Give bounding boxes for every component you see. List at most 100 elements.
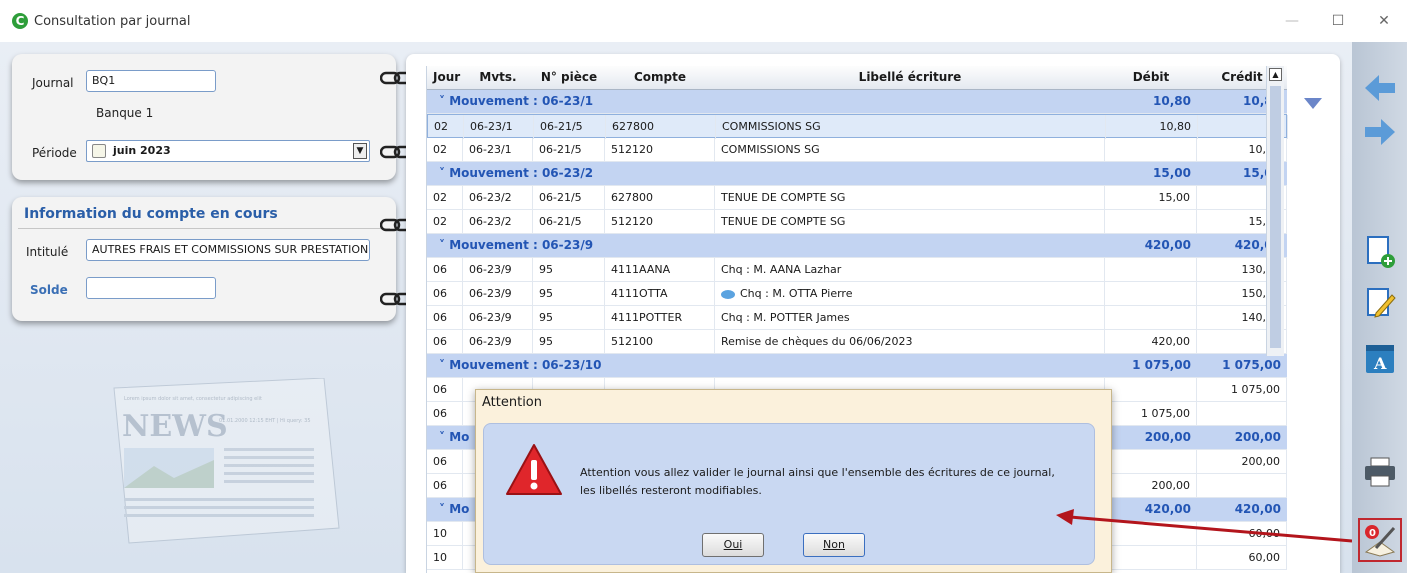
minimize-button[interactable]: —	[1269, 0, 1315, 42]
calendar-icon	[92, 144, 106, 158]
previous-button[interactable]	[1358, 66, 1402, 110]
scroll-up-icon[interactable]: ▲	[1269, 68, 1282, 81]
group-label-text: Mouvement : 06-23/9	[449, 238, 594, 252]
cell-mvts: 06-23/2	[463, 186, 533, 210]
cell-libelle: Chq : M. OTTA Pierre	[715, 282, 1105, 306]
new-entry-button[interactable]	[1358, 230, 1402, 274]
maximize-button[interactable]: ☐	[1315, 0, 1361, 42]
journal-panel: Journal BQ1 Banque 1 Période juin 2023 ▼	[12, 54, 396, 180]
cell-debit: 15,00	[1105, 186, 1197, 210]
table-row[interactable]: 06 06-23/9 95 512100 Remise de chèques du 06…	[427, 330, 1287, 354]
edit-entry-button[interactable]	[1358, 282, 1402, 326]
table-row[interactable]: 06 06-23/9 95 4111OTTA Chq : M. OTTA Pierre 1…	[427, 282, 1287, 306]
comment-bubble-icon[interactable]	[721, 289, 735, 299]
divider	[18, 228, 390, 229]
cell-jour: 02	[427, 186, 463, 210]
cell-jour: 06	[427, 282, 463, 306]
column-header-mvts[interactable]: Mvts.	[463, 66, 533, 90]
scroll-thumb[interactable]	[1270, 86, 1281, 348]
libelle-text: Chq : M. AANA Lazhar	[721, 263, 842, 276]
intitule-field[interactable]: AUTRES FRAIS ET COMMISSIONS SUR PRESTATI…	[86, 239, 370, 261]
cell-libelle: COMMISSIONS SG	[716, 115, 1106, 139]
cell-credit	[1197, 402, 1287, 426]
cell-libelle: TENUE DE COMPTE SG	[715, 186, 1105, 210]
journal-label: Journal	[32, 76, 74, 90]
close-button[interactable]: ✕	[1361, 0, 1407, 42]
solde-field[interactable]	[86, 277, 216, 299]
news-headline: NEWS	[122, 409, 228, 444]
cell-jour: 06	[427, 378, 463, 402]
cell-jour: 06	[427, 258, 463, 282]
cell-debit: 200,00	[1105, 474, 1197, 498]
cell-jour: 06	[427, 330, 463, 354]
cell-debit	[1105, 378, 1197, 402]
triangle-down-icon[interactable]	[1304, 98, 1322, 109]
vertical-scrollbar[interactable]: ▲	[1266, 66, 1284, 356]
validate-journal-button[interactable]: 0	[1358, 518, 1402, 562]
journal-input[interactable]: BQ1	[86, 70, 216, 92]
group-row[interactable]: ˅ Mouvement : 06-23/9 420,00 420,00	[427, 234, 1287, 258]
table-header: Jour Mvts. N° pièce Compte Libellé écrit…	[427, 66, 1287, 90]
column-header-libelle[interactable]: Libellé écriture	[715, 66, 1105, 90]
cell-debit	[1105, 546, 1197, 570]
cell-piece: 95	[533, 330, 605, 354]
column-header-jour[interactable]: Jour	[427, 66, 463, 90]
chevron-down-icon[interactable]: ˅	[439, 358, 449, 372]
folder-a-button[interactable]: A	[1358, 336, 1402, 380]
cell-compte: 4111AANA	[605, 258, 715, 282]
arrow-left-icon	[1365, 75, 1395, 101]
table-row[interactable]: 02 06-23/1 06-21/5 627800 COMMISSIONS SG 10,8…	[427, 114, 1288, 139]
app-logo-icon: C	[12, 13, 28, 29]
group-row[interactable]: ˅ Mouvement : 06-23/1 10,80 10,80	[427, 90, 1287, 114]
table-row[interactable]: 06 06-23/9 95 4111AANA Chq : M. AANA Lazhar 1…	[427, 258, 1287, 282]
group-label: ˅ Mouvement : 06-23/10	[433, 354, 1033, 378]
chevron-down-icon[interactable]: ▼	[353, 143, 367, 159]
cell-mvts: 06-23/9	[463, 258, 533, 282]
libelle-text: COMMISSIONS SG	[721, 143, 820, 156]
table-row[interactable]: 02 06-23/2 06-21/5 512120 TENUE DE COMPTE SG…	[427, 210, 1287, 234]
svg-text:A: A	[1373, 354, 1387, 373]
cell-credit: 200,00	[1197, 450, 1287, 474]
account-info-panel: Information du compte en cours Intitulé …	[12, 197, 396, 321]
periode-label: Période	[32, 146, 77, 160]
cell-mvts: 06-23/2	[463, 210, 533, 234]
group-label-text: Mo	[449, 430, 470, 444]
periode-select[interactable]: juin 2023 ▼	[86, 140, 370, 162]
account-info-title: Information du compte en cours	[24, 206, 278, 222]
oui-label: Oui	[723, 538, 743, 551]
next-button[interactable]	[1358, 110, 1402, 154]
cell-jour: 06	[427, 474, 463, 498]
table-row[interactable]: 02 06-23/1 06-21/5 512120 COMMISSIONS SG 10,8…	[427, 138, 1287, 162]
non-button[interactable]: Non	[803, 533, 865, 557]
column-header-compte[interactable]: Compte	[605, 66, 715, 90]
column-header-debit[interactable]: Débit	[1105, 66, 1197, 90]
news-lorem: Lorem ipsum dolor sit amet, consectetur …	[124, 396, 262, 402]
cell-piece: 06-21/5	[533, 138, 605, 162]
dialog-message-line1: Attention vous allez valider le journal …	[580, 466, 1055, 479]
group-row[interactable]: ˅ Mouvement : 06-23/10 1 075,00 1 075,00	[427, 354, 1287, 378]
cell-credit	[1197, 474, 1287, 498]
dialog-title: Attention	[482, 395, 542, 410]
cell-jour: 10	[427, 546, 463, 570]
chevron-down-icon[interactable]: ˅	[439, 430, 449, 444]
table-row[interactable]: 06 06-23/9 95 4111POTTER Chq : M. POTTER Jam…	[427, 306, 1287, 330]
group-label: ˅ Mouvement : 06-23/2	[433, 162, 1033, 186]
right-toolbar: A 0	[1352, 42, 1407, 573]
chevron-down-icon[interactable]: ˅	[439, 502, 449, 516]
oui-button[interactable]: Oui	[702, 533, 764, 557]
table-row[interactable]: 02 06-23/2 06-21/5 627800 TENUE DE COMPTE SG…	[427, 186, 1287, 210]
cell-piece: 06-21/5	[534, 115, 606, 139]
group-credit: 1 075,00	[1222, 358, 1281, 372]
chevron-down-icon[interactable]: ˅	[439, 238, 449, 252]
group-label-text: Mo	[449, 502, 470, 516]
group-debit: 1 075,00	[1132, 358, 1191, 372]
column-header-piece[interactable]: N° pièce	[533, 66, 605, 90]
dialog-message: Attention vous allez valider le journal …	[580, 464, 1080, 500]
libelle-text: TENUE DE COMPTE SG	[721, 215, 846, 228]
print-button[interactable]	[1358, 450, 1402, 494]
chevron-down-icon[interactable]: ˅	[439, 94, 449, 108]
group-row[interactable]: ˅ Mouvement : 06-23/2 15,00 15,00	[427, 162, 1287, 186]
chevron-down-icon[interactable]: ˅	[439, 166, 449, 180]
window-controls: — ☐ ✕	[1269, 0, 1407, 42]
journal-name: Banque 1	[96, 106, 154, 120]
